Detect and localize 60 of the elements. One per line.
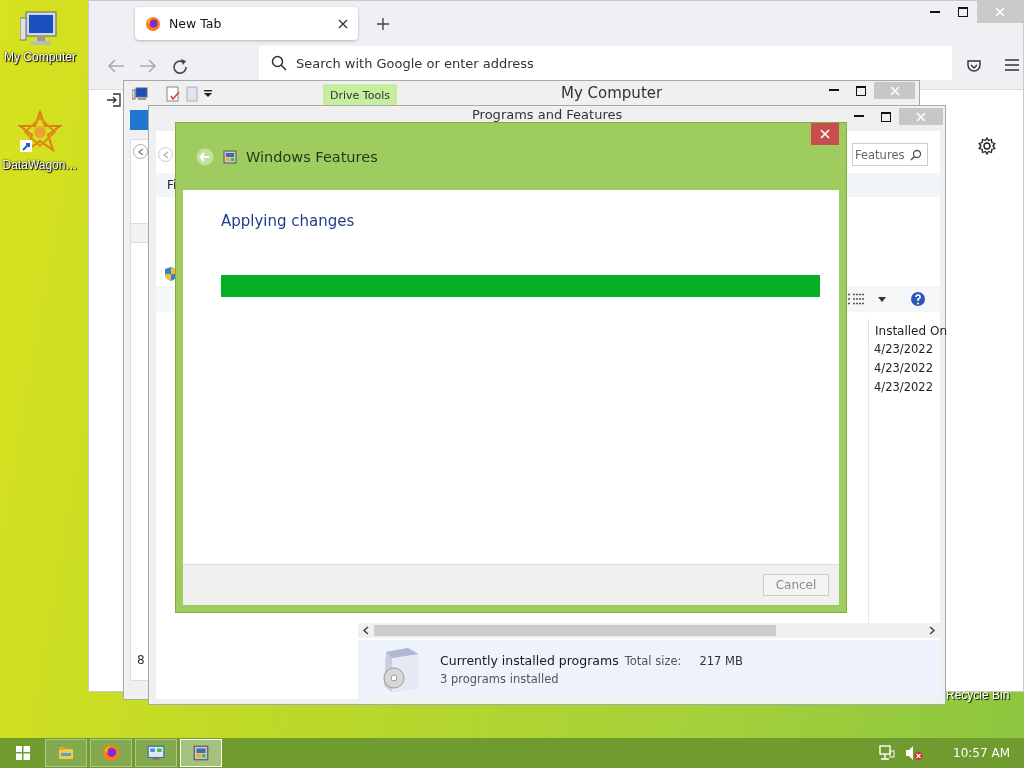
firefox-icon bbox=[102, 744, 120, 762]
close-icon[interactable] bbox=[338, 18, 348, 29]
computer-icon bbox=[20, 10, 60, 48]
dialog-title: Windows Features bbox=[246, 148, 378, 165]
address-field[interactable]: Search with Google or enter address bbox=[259, 46, 952, 80]
menu-icon[interactable] bbox=[1004, 58, 1020, 72]
network-icon[interactable] bbox=[879, 745, 896, 761]
features-icon bbox=[222, 148, 238, 165]
table-cell: 4/23/2022 bbox=[874, 361, 933, 377]
features-icon bbox=[192, 744, 210, 762]
close-icon bbox=[889, 85, 900, 96]
search-field[interactable]: Features bbox=[852, 143, 928, 166]
size-value: 217 MB bbox=[699, 654, 743, 668]
pocket-icon[interactable] bbox=[966, 58, 982, 74]
new-tab-icon[interactable] bbox=[376, 16, 390, 31]
minimize-icon bbox=[853, 115, 864, 118]
status-heading: Applying changes bbox=[221, 212, 356, 230]
details-title: Currently installed programs bbox=[440, 653, 619, 668]
close-icon bbox=[995, 7, 1005, 17]
sign-in-icon[interactable] bbox=[106, 93, 121, 107]
status-text: 8 bbox=[137, 653, 145, 667]
table-cell: 4/23/2022 bbox=[874, 380, 933, 396]
scroll-right-icon[interactable] bbox=[929, 626, 936, 635]
firefox-icon bbox=[145, 15, 161, 32]
computer-icon bbox=[132, 86, 148, 101]
taskbar-button[interactable] bbox=[180, 739, 222, 767]
folder-icon bbox=[57, 745, 75, 761]
search-icon bbox=[271, 55, 287, 71]
help-icon[interactable] bbox=[910, 291, 926, 307]
minimize-icon bbox=[828, 89, 839, 92]
maximize-icon bbox=[958, 7, 968, 17]
maximize-icon bbox=[855, 85, 866, 96]
close-button[interactable] bbox=[811, 123, 839, 145]
menu-label[interactable]: Fi bbox=[167, 178, 177, 192]
window-title: My Computer bbox=[561, 84, 663, 102]
table-cell: 4/23/2022 bbox=[874, 342, 933, 358]
minimize-icon bbox=[930, 10, 940, 14]
volume-muted-icon[interactable] bbox=[905, 745, 924, 761]
maximize-icon bbox=[880, 111, 891, 122]
taskbar-button[interactable] bbox=[90, 739, 132, 767]
program-count: 3 programs installed bbox=[440, 672, 560, 686]
ribbon-tab[interactable]: Drive Tools bbox=[323, 84, 397, 106]
column-header[interactable]: Installed On bbox=[868, 319, 948, 343]
horizontal-scrollbar[interactable] bbox=[358, 623, 940, 638]
window-title: Programs and Features bbox=[472, 107, 623, 122]
search-icon bbox=[910, 149, 922, 161]
taskbar-button[interactable] bbox=[135, 739, 177, 767]
control-panel-icon bbox=[147, 744, 165, 762]
properties-icon[interactable] bbox=[166, 85, 180, 102]
size-label: Total size: bbox=[624, 654, 682, 668]
dropdown-icon[interactable] bbox=[878, 296, 886, 302]
windows-logo-icon bbox=[16, 746, 30, 760]
close-icon bbox=[916, 111, 926, 122]
scroll-left-icon[interactable] bbox=[362, 626, 369, 635]
view-icon[interactable] bbox=[848, 293, 864, 305]
browser-tab[interactable]: New Tab bbox=[135, 7, 358, 40]
dropdown-icon[interactable] bbox=[204, 89, 212, 98]
close-icon bbox=[820, 129, 830, 139]
settings-icon[interactable] bbox=[978, 137, 996, 155]
reload-icon[interactable] bbox=[171, 58, 189, 76]
